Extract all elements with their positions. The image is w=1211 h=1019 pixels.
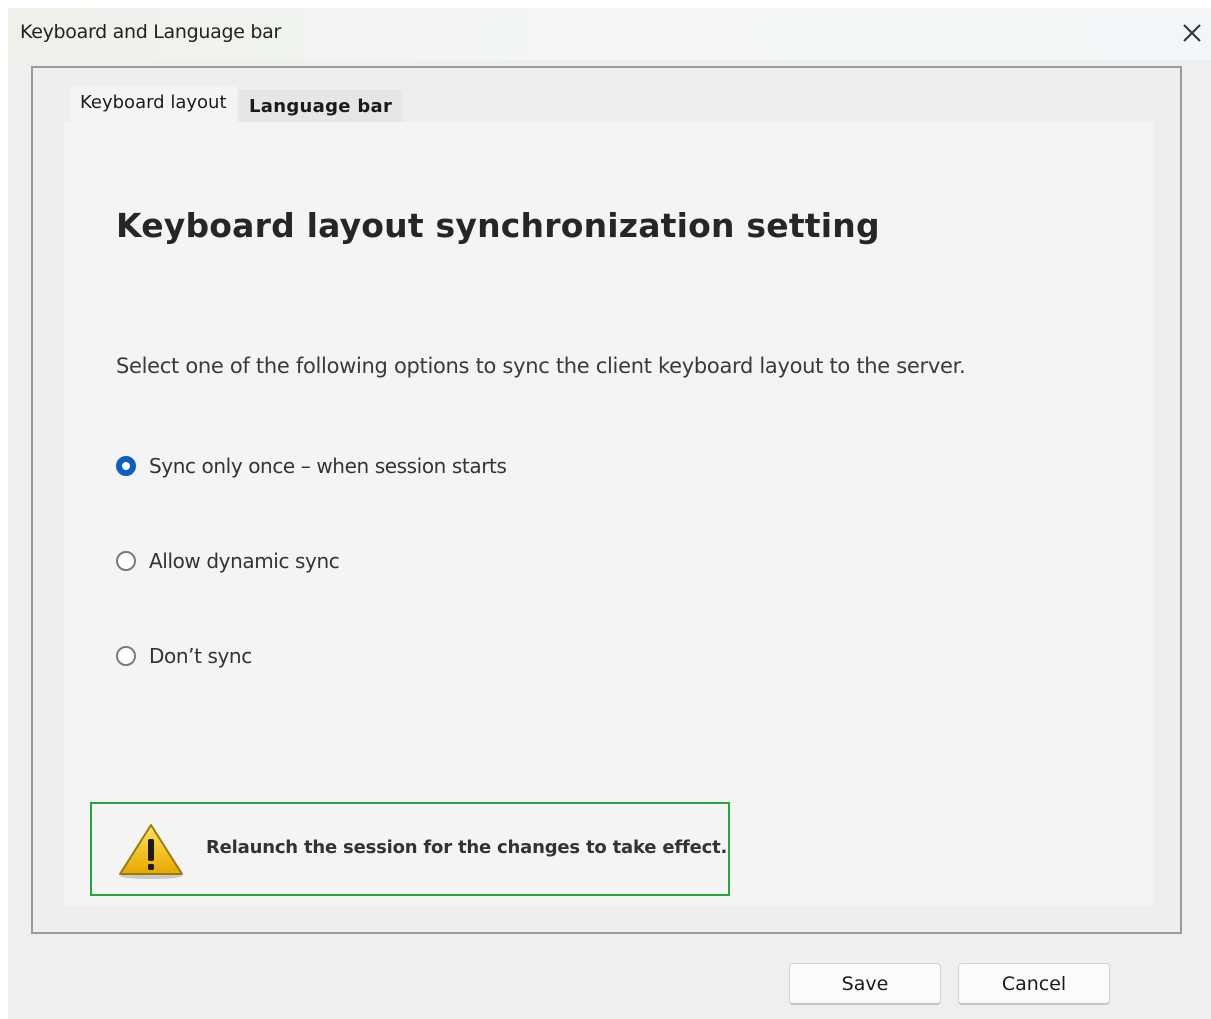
option-label: Sync only once – when session starts xyxy=(149,454,507,478)
option-label: Allow dynamic sync xyxy=(149,549,340,573)
option-label: Don’t sync xyxy=(149,644,252,668)
tab-label: Language bar xyxy=(249,96,393,117)
tab-panel-keyboard-layout: Keyboard layout synchronization setting … xyxy=(64,122,1153,906)
page-title: Keyboard layout synchronization setting xyxy=(116,206,880,245)
radio-button[interactable] xyxy=(116,551,136,571)
cancel-button[interactable]: Cancel xyxy=(958,963,1110,1005)
settings-group-box: Keyboard layout Language bar Keyboard la… xyxy=(31,66,1182,934)
radio-button[interactable] xyxy=(116,646,136,666)
dialog-window: Keyboard and Language bar Keyboard layou… xyxy=(8,8,1211,1019)
radio-button-selected[interactable] xyxy=(116,456,136,476)
warning-icon xyxy=(119,824,183,879)
tab-label: Keyboard layout xyxy=(80,92,227,113)
window-title: Keyboard and Language bar xyxy=(20,21,281,43)
title-bar: Keyboard and Language bar xyxy=(8,8,1211,60)
description-text: Select one of the following options to s… xyxy=(116,354,966,378)
tab-language-bar[interactable]: Language bar xyxy=(239,90,403,122)
option-dynamic-sync[interactable]: Allow dynamic sync xyxy=(116,547,340,575)
save-button[interactable]: Save xyxy=(789,963,941,1005)
notice-text: Relaunch the session for the changes to … xyxy=(206,837,728,858)
option-dont-sync[interactable]: Don’t sync xyxy=(116,642,252,670)
relaunch-notice: Relaunch the session for the changes to … xyxy=(90,802,730,896)
option-sync-once[interactable]: Sync only once – when session starts xyxy=(116,452,507,480)
close-icon xyxy=(1183,24,1201,42)
close-button[interactable] xyxy=(1174,16,1210,50)
tab-keyboard-layout[interactable]: Keyboard layout xyxy=(70,86,237,126)
